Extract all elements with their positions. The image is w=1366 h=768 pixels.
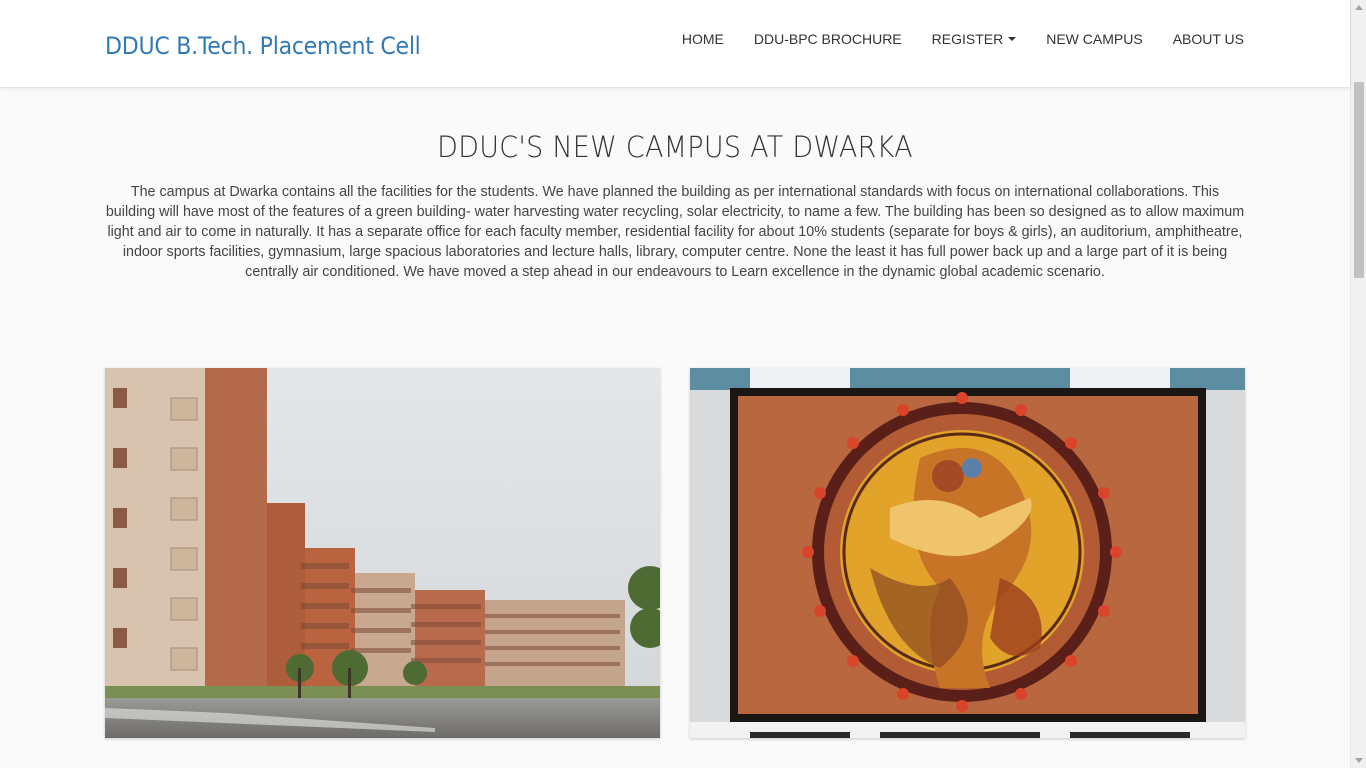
scroll-thumb[interactable] (1354, 82, 1364, 278)
nav-new-campus[interactable]: NEW CAMPUS (1031, 31, 1157, 47)
nav-new-campus-label: NEW CAMPUS (1046, 31, 1143, 47)
nav-home-label: HOME (681, 31, 724, 47)
nav-brochure-label: DDU-BPC BROCHURE (753, 31, 902, 47)
page-scrollbar[interactable] (1350, 0, 1366, 768)
main-content: DDUC'S NEW CAMPUS AT DWARKA The campus a… (105, 88, 1245, 738)
photo-gallery (105, 368, 1245, 738)
campus-building-illustration (105, 368, 660, 738)
scroll-down-arrow-icon[interactable] (1355, 758, 1363, 763)
campus-description: The campus at Dwarka contains all the fa… (105, 184, 1245, 280)
caret-down-icon (1008, 37, 1017, 41)
nav-register-label: REGISTER (931, 31, 1004, 47)
page-title: DDUC'S NEW CAMPUS AT DWARKA (437, 130, 913, 164)
nav-register-dropdown[interactable]: REGISTER (917, 31, 1032, 47)
campus-building-photo (105, 368, 660, 738)
main-nav: HOME DDU-BPC BROCHURE REGISTER NEW CAMPU… (667, 31, 1244, 47)
mural-illustration (690, 368, 1245, 738)
campus-mural-photo (690, 368, 1245, 738)
nav-brochure[interactable]: DDU-BPC BROCHURE (739, 31, 917, 47)
scroll-up-arrow-icon[interactable] (1355, 5, 1363, 10)
brand-link[interactable]: DDUC B.Tech. Placement Cell (105, 32, 421, 60)
navbar: DDUC B.Tech. Placement Cell HOME DDU-BPC… (0, 0, 1350, 88)
nav-about-us-label: ABOUT US (1172, 31, 1244, 47)
nav-about-us[interactable]: ABOUT US (1158, 31, 1244, 47)
nav-home[interactable]: HOME (667, 31, 739, 47)
